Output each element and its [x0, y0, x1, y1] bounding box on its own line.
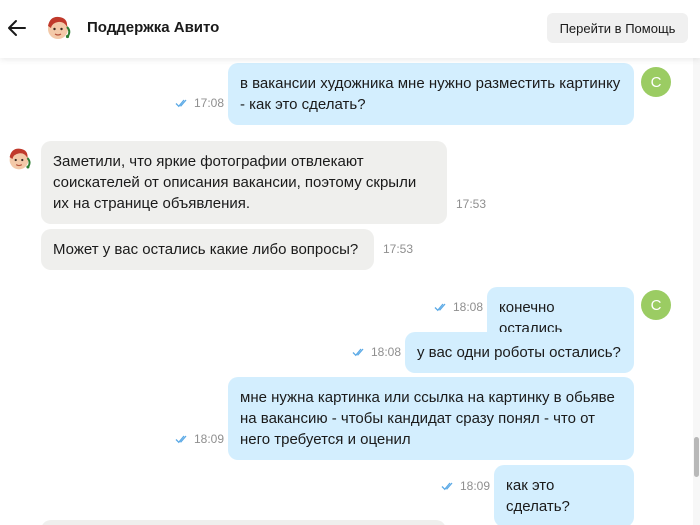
- go-to-help-button[interactable]: Перейти в Помощь: [547, 13, 688, 43]
- chat-header: Поддержка Авито Перейти в Помощь: [0, 0, 700, 58]
- outgoing-message[interactable]: как это сделать?: [494, 465, 634, 525]
- read-checkmarks-icon: [352, 348, 364, 357]
- message-meta: 18:09: [175, 432, 224, 446]
- message-time: 18:08: [453, 300, 484, 314]
- support-agent-avatar-icon: [9, 148, 31, 170]
- message-time: 18:08: [371, 345, 402, 359]
- message-time: 18:09: [460, 479, 491, 493]
- message-time: 17:53: [383, 242, 414, 256]
- read-checkmarks-icon: [175, 99, 187, 108]
- message-time: 18:09: [194, 432, 225, 446]
- outgoing-message[interactable]: в вакансии художника мне нужно разместит…: [228, 63, 634, 125]
- message-meta: 18:08: [434, 300, 483, 314]
- outgoing-message[interactable]: мне нужна картинка или ссылка на картинк…: [228, 377, 634, 460]
- message-meta: 17:08: [175, 96, 224, 110]
- message-meta: 17:53: [456, 197, 486, 211]
- message-time: 17:53: [456, 197, 487, 211]
- user-avatar: С: [641, 67, 671, 97]
- read-checkmarks-icon: [175, 435, 187, 444]
- message-time: 17:08: [194, 96, 225, 110]
- back-arrow-icon[interactable]: [6, 17, 28, 39]
- user-avatar: С: [641, 290, 671, 320]
- incoming-message-partial: [41, 520, 446, 525]
- message-meta: 18:08: [352, 345, 401, 359]
- chat-title: Поддержка Авито: [87, 19, 220, 36]
- read-checkmarks-icon: [434, 303, 446, 312]
- incoming-message[interactable]: Заметили, что яркие фотографии отвлекают…: [41, 141, 447, 224]
- scrollbar-thumb[interactable]: [694, 437, 699, 477]
- read-checkmarks-icon: [441, 482, 453, 491]
- support-agent-avatar-icon: [48, 16, 71, 39]
- outgoing-message[interactable]: у вас одни роботы остались?: [405, 332, 634, 373]
- message-meta: 17:53: [383, 242, 413, 256]
- incoming-message[interactable]: Может у вас остались какие либо вопросы?: [41, 229, 374, 270]
- message-meta: 18:09: [441, 479, 490, 493]
- message-list[interactable]: 17:08 в вакансии художника мне нужно раз…: [0, 58, 700, 525]
